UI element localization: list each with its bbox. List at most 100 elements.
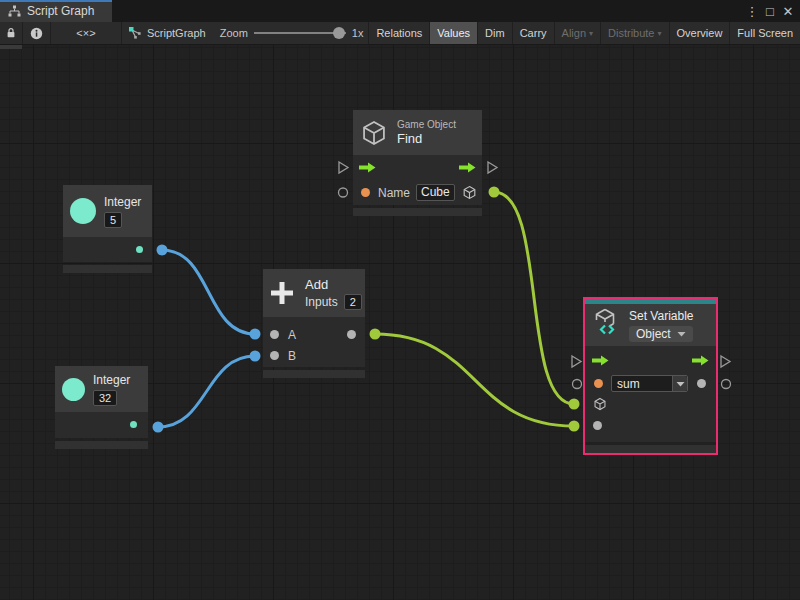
lock-icon	[5, 27, 17, 39]
flow-output-port[interactable]	[488, 162, 497, 173]
node-title: Integer	[93, 373, 130, 387]
zoom-control: Zoom 1x	[212, 22, 368, 44]
tab-active-indicator	[0, 0, 112, 2]
node-category: Game Object	[397, 119, 456, 130]
window-controls: ⋮ □ ✕	[744, 0, 796, 22]
integer-type-icon	[62, 378, 85, 401]
wire-endpoint	[153, 422, 164, 433]
integer-output-port[interactable]	[130, 421, 137, 428]
script-graph-icon	[128, 26, 142, 40]
distribute-button[interactable]: Distribute▾	[600, 22, 668, 44]
node-header: Add Inputs 2	[263, 269, 365, 317]
wire-add-to-setvar-value[interactable]	[375, 334, 574, 426]
wire-endpoint	[569, 421, 580, 432]
string-input-port[interactable]	[361, 188, 370, 197]
plus-icon	[269, 280, 295, 306]
inputs-label: Inputs	[305, 295, 338, 309]
tab-script-graph[interactable]: Script Graph	[0, 0, 112, 22]
gameobject-cube-icon	[360, 119, 388, 147]
align-button[interactable]: Align▾	[554, 22, 600, 44]
code-view-button[interactable]: <×>	[51, 22, 121, 44]
value-input-port[interactable]	[573, 380, 582, 389]
dim-button[interactable]: Dim	[477, 22, 512, 44]
overview-button[interactable]: Overview	[669, 22, 730, 44]
dropdown-arrow-icon	[676, 381, 685, 387]
node-body: Name Cube	[353, 155, 482, 205]
dropdown-arrow-icon	[677, 331, 686, 337]
node-body: sum	[585, 346, 716, 442]
node-body	[63, 237, 152, 262]
titlebar: Script Graph ⋮ □ ✕	[0, 0, 800, 22]
value-input-port[interactable]	[593, 421, 602, 430]
lock-button[interactable]	[0, 22, 22, 44]
graph-selector[interactable]: ScriptGraph	[122, 22, 212, 44]
output-port-sum[interactable]	[347, 330, 356, 339]
variable-name-port[interactable]	[594, 379, 603, 388]
integer-value-field[interactable]: 5	[104, 212, 122, 228]
node-footer	[585, 445, 716, 453]
wire-endpoint	[157, 245, 168, 256]
flow-out-arrow-icon[interactable]	[692, 355, 709, 366]
code-chevrons-icon	[599, 324, 615, 335]
gameobject-output-icon[interactable]	[462, 185, 477, 200]
info-button[interactable]	[23, 22, 50, 44]
node-footer	[55, 441, 148, 449]
script-graph-window: Script Graph ⋮ □ ✕ <×>	[0, 0, 800, 600]
value-output-port[interactable]	[697, 379, 706, 388]
flow-in-arrow-icon[interactable]	[592, 355, 609, 366]
maximize-icon[interactable]: □	[762, 4, 778, 19]
node-title: Add	[305, 277, 362, 292]
fullscreen-button[interactable]: Full Screen	[729, 22, 800, 44]
node-footer	[263, 370, 365, 378]
name-input-field[interactable]: Cube	[416, 184, 455, 201]
wire-endpoint	[250, 329, 261, 340]
node-add[interactable]: Add Inputs 2 A B	[263, 269, 365, 378]
dropdown-arrow-button[interactable]	[672, 376, 687, 391]
menu-icon[interactable]: ⋮	[744, 4, 760, 19]
node-integer-5[interactable]: Integer 5	[63, 185, 152, 273]
node-body: A B	[263, 317, 365, 367]
port-label: Name	[378, 186, 410, 200]
node-header: Integer 32	[55, 366, 148, 412]
close-icon[interactable]: ✕	[780, 4, 796, 19]
gameobject-target-port-icon[interactable]	[593, 397, 607, 411]
node-header: Game Object Find	[353, 110, 482, 155]
node-title: Find	[397, 131, 456, 146]
variable-name-dropdown[interactable]: sum	[611, 375, 688, 392]
inputs-count-field[interactable]: 2	[344, 294, 362, 310]
value-input-port[interactable]	[339, 188, 348, 197]
flow-output-port[interactable]	[721, 356, 730, 367]
zoom-slider[interactable]	[254, 27, 346, 39]
graph-name-label: ScriptGraph	[147, 27, 206, 39]
dropdown-arrow-icon: ▾	[589, 29, 593, 38]
integer-value-field[interactable]: 32	[93, 390, 117, 406]
values-button[interactable]: Values	[429, 22, 477, 44]
integer-output-port[interactable]	[136, 246, 143, 253]
toolbar: <×> ScriptGraph Zoom 1x Relations Values…	[0, 22, 800, 45]
input-port-a[interactable]	[270, 330, 279, 339]
flow-in-arrow-icon[interactable]	[359, 162, 376, 173]
wire-integer5-to-addA[interactable]	[162, 250, 255, 334]
flow-input-port[interactable]	[572, 356, 581, 367]
graph-hierarchy-icon	[8, 5, 21, 18]
variable-scope-dropdown[interactable]: Object	[629, 326, 693, 342]
value-output-port[interactable]	[722, 380, 731, 389]
integer-type-icon	[70, 198, 96, 224]
graph-canvas[interactable]: Integer 5 Integer 32	[0, 45, 800, 600]
node-gameobject-find[interactable]: Game Object Find Name Cube	[353, 110, 482, 216]
flow-out-arrow-icon[interactable]	[459, 162, 476, 173]
carry-button[interactable]: Carry	[512, 22, 554, 44]
toolbar-buttons: Relations Values Dim Carry Align▾ Distri…	[368, 22, 800, 44]
node-integer-32[interactable]: Integer 32	[55, 366, 148, 449]
node-title: Integer	[104, 195, 141, 209]
flow-input-port[interactable]	[339, 162, 348, 173]
wire-integer32-to-addB[interactable]	[158, 356, 255, 427]
node-header: Integer 5	[63, 185, 152, 237]
wire-endpoint	[569, 399, 580, 410]
tab-label: Script Graph	[27, 4, 94, 18]
wire-find-to-setvar-target[interactable]	[494, 192, 574, 404]
relations-button[interactable]: Relations	[368, 22, 429, 44]
node-set-variable[interactable]: Set Variable Object	[583, 297, 718, 455]
zoom-slider-handle[interactable]	[333, 27, 345, 39]
input-port-b[interactable]	[270, 351, 279, 360]
